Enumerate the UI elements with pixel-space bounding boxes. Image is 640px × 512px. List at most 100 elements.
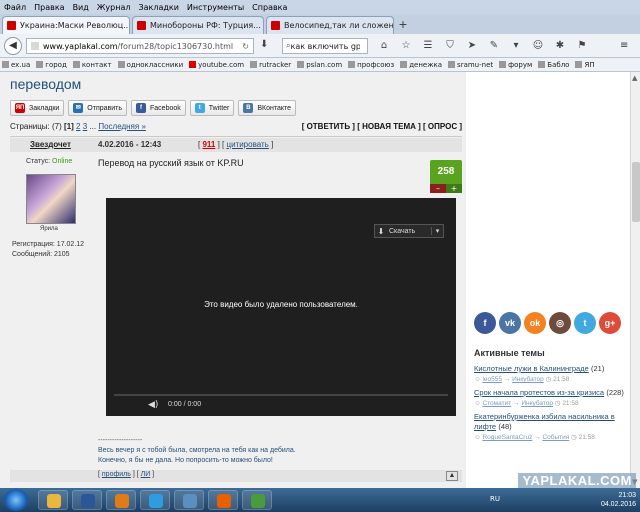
shield-icon[interactable]: ⛉ [442, 38, 458, 54]
odnoklassniki-icon[interactable]: ok [524, 312, 546, 334]
quote-link[interactable]: цитировать [226, 140, 268, 149]
share-bookmarks-button[interactable]: ЯП Закладки [10, 100, 65, 116]
profile-link[interactable]: профиль [102, 471, 131, 478]
tab-1[interactable]: Украина:Маски Революц... × [2, 16, 130, 34]
topic-section[interactable]: Инкубатор [521, 400, 553, 407]
instagram-icon[interactable]: ◎ [549, 312, 571, 334]
bookmark-item[interactable]: денежка [400, 61, 442, 69]
seek-bar[interactable] [114, 394, 448, 396]
google-plus-icon[interactable]: g+ [599, 312, 621, 334]
share-twitter-button[interactable]: t Twitter [189, 100, 235, 116]
topic-section[interactable]: События [542, 434, 569, 441]
search-box[interactable]: ⌕ [282, 38, 368, 54]
extension-icon[interactable]: ✱ [552, 38, 568, 54]
menu-help[interactable]: Справка [252, 3, 287, 12]
smile-icon[interactable]: ☺ [530, 38, 546, 54]
menu-tools[interactable]: Инструменты [187, 3, 244, 12]
topic-author[interactable]: Стоматит [482, 400, 511, 407]
post-number-link[interactable]: 911 [202, 140, 215, 149]
pm-link[interactable]: ЛИ [141, 471, 151, 478]
new-tab-button[interactable]: + [396, 18, 410, 32]
scroll-thumb[interactable] [632, 162, 640, 222]
address-bar[interactable]: www.yaplakal.com/forum28/topic1306730.ht… [26, 38, 254, 54]
menu-icon[interactable]: ≡ [620, 40, 632, 52]
tab-label: Украина:Маски Революц... [20, 21, 130, 30]
menu-bookmarks[interactable]: Закладки [138, 3, 178, 12]
poll-button[interactable]: [ ОПРОС ] [423, 122, 462, 131]
scroll-top-icon[interactable]: ▲ [446, 471, 458, 481]
close-icon[interactable]: × [261, 21, 263, 30]
download-button[interactable]: ⬇ Скачать ▾ [374, 224, 444, 238]
facebook-icon[interactable]: f [474, 312, 496, 334]
bookmark-item[interactable]: sramu-net [448, 61, 493, 69]
folder-icon [47, 494, 61, 508]
vote-up-button[interactable]: + [446, 184, 462, 193]
menu-view[interactable]: Вид [73, 3, 89, 12]
bookmark-item[interactable]: rutracker [250, 61, 291, 69]
taskbar-app-explorer[interactable] [38, 490, 68, 510]
reader-icon[interactable]: ☰ [420, 38, 436, 54]
twitter-icon[interactable]: t [574, 312, 596, 334]
menu-edit[interactable]: Правка [34, 3, 64, 12]
last-page-link[interactable]: Последняя » [98, 122, 146, 131]
flag-icon[interactable]: ⚑ [574, 38, 590, 54]
topic-link[interactable]: Срок начала протестов из-за кризиса [474, 388, 604, 397]
bookmark-item[interactable]: контакт [72, 61, 112, 69]
language-indicator[interactable]: RU [490, 495, 500, 503]
clock[interactable]: 21:03 04.02.2016 [601, 491, 636, 509]
taskbar-app-word[interactable] [72, 490, 102, 510]
menu-file[interactable]: Файл [4, 3, 26, 12]
bookmark-item[interactable]: одноклассники [117, 61, 183, 69]
bookmark-icon [400, 61, 408, 68]
tab-3[interactable]: Велосипед,так ли сложен... × [266, 16, 394, 34]
new-topic-button[interactable]: [ НОВАЯ ТЕМА ] [357, 122, 421, 131]
bookmark-item[interactable]: pslan.com [297, 61, 342, 69]
taskbar-app-skype[interactable] [140, 490, 170, 510]
bookmark-item[interactable]: Бабло [538, 61, 569, 69]
taskbar-app-network[interactable] [174, 490, 204, 510]
addon-icon[interactable]: ✎ [486, 38, 502, 54]
taskbar-app-media[interactable] [106, 490, 136, 510]
topic-author[interactable]: leo555 [482, 376, 502, 383]
share-send-button[interactable]: ✉ Отправить [68, 100, 128, 116]
vk-icon[interactable]: vk [499, 312, 521, 334]
tab-label: Минобороны РФ: Турция... [150, 21, 261, 30]
taskbar-app-chrome[interactable] [242, 490, 272, 510]
video-player[interactable]: ⬇ Скачать ▾ Это видео было удалено польз… [106, 198, 456, 416]
share-facebook-button[interactable]: f Facebook [131, 100, 186, 116]
reply-button[interactable]: [ ОТВЕТИТЬ ] [302, 122, 355, 131]
topic-author[interactable]: RogueSantaCruz [482, 434, 532, 441]
page-link[interactable]: 2 [76, 122, 80, 131]
topic-section[interactable]: Инкубатор [512, 376, 544, 383]
volume-icon[interactable]: ◀) [148, 400, 158, 410]
page-link[interactable]: 3 [83, 122, 87, 131]
vote-down-button[interactable]: – [430, 184, 446, 193]
page-scrollbar[interactable]: ▲ ▼ [630, 72, 640, 488]
bookmark-item[interactable]: youtube.com [189, 61, 244, 69]
share-vk-button[interactable]: B ВКонтакте [238, 100, 297, 116]
back-button[interactable]: ◀ [4, 37, 22, 55]
tab-2[interactable]: Минобороны РФ: Турция... × [132, 16, 264, 34]
chevron-down-icon[interactable]: ▾ [431, 227, 443, 235]
start-button[interactable] [4, 489, 28, 511]
search-input[interactable] [290, 41, 361, 51]
menu-history[interactable]: Журнал [97, 3, 131, 12]
bookmark-item[interactable]: ЯП [575, 61, 595, 69]
taskbar-app-firefox[interactable] [208, 490, 238, 510]
bookmark-item[interactable]: ex.ua [2, 61, 30, 69]
author-name[interactable]: Звездочет [30, 140, 71, 149]
bookmark-item[interactable]: форум [499, 61, 532, 69]
reload-icon[interactable]: ↻ [242, 42, 249, 51]
divider [10, 136, 462, 137]
star-icon[interactable]: ☆ [398, 38, 414, 54]
down-arrow-icon[interactable]: ▾ [508, 38, 524, 54]
topic-link[interactable]: Кислотные лужи в Калининграде [474, 364, 589, 373]
bookmark-item[interactable]: город [36, 61, 67, 69]
scroll-up-icon[interactable]: ▲ [632, 74, 637, 82]
avatar[interactable] [26, 174, 76, 224]
bookmark-item[interactable]: профсоюз [348, 61, 394, 69]
download-icon[interactable]: ⬇ [260, 39, 268, 50]
send-icon[interactable]: ➤ [464, 38, 480, 54]
topic-link[interactable]: Екатеринбурженка избила насильника в лиф… [474, 412, 615, 431]
home-icon[interactable]: ⌂ [376, 38, 392, 54]
